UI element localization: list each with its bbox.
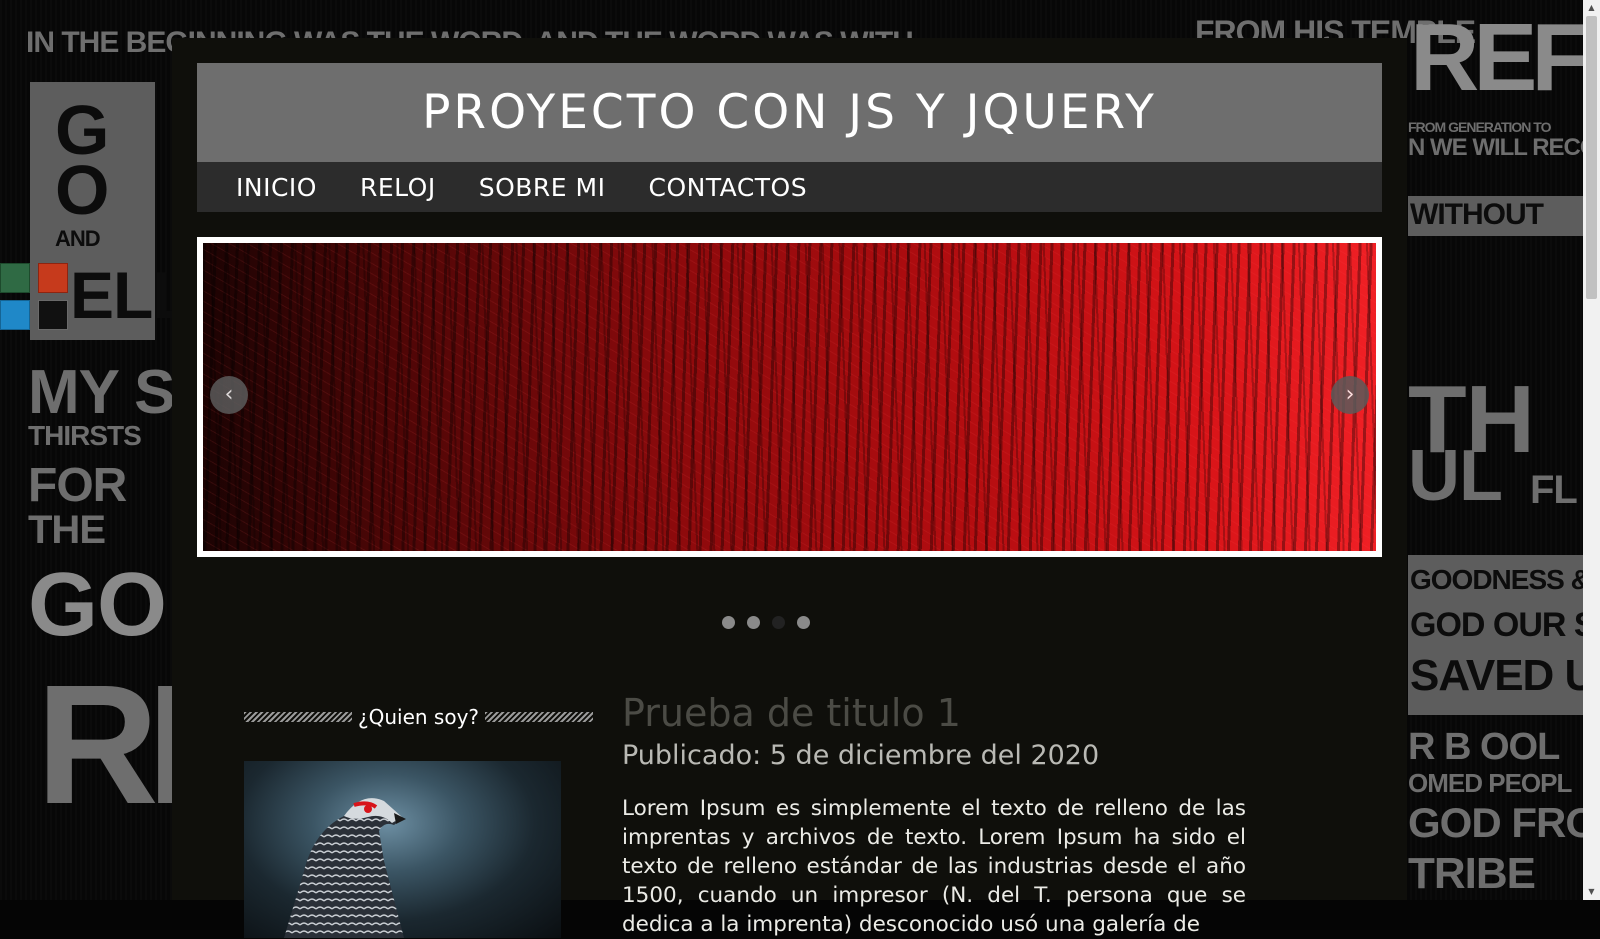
main-nav: INICIO RELOJ SOBRE MI CONTACTOS bbox=[197, 162, 1382, 212]
bg-text: WITHOUT bbox=[1410, 198, 1544, 231]
pager-dot-active[interactable] bbox=[771, 616, 785, 629]
nav-item-contactos[interactable]: CONTACTOS bbox=[649, 173, 808, 202]
chevron-right-icon: › bbox=[1345, 382, 1355, 407]
bg-text: MY S bbox=[28, 358, 175, 427]
bg-text: UL bbox=[1408, 436, 1503, 516]
main-container: PROYECTO CON JS Y JQUERY INICIO RELOJ SO… bbox=[172, 38, 1407, 938]
nav-item-reloj[interactable]: RELOJ bbox=[360, 173, 436, 202]
bg-text: THE bbox=[28, 508, 106, 552]
bg-text: GOD OUR SAVIOR bbox=[1410, 606, 1600, 644]
bg-text: TRIBE bbox=[1408, 849, 1536, 898]
page-scrollbar[interactable]: ▲ ▼ bbox=[1583, 0, 1600, 900]
nav-item-sobre-mi[interactable]: SOBRE MI bbox=[479, 173, 606, 202]
bg-text: FOR bbox=[28, 459, 127, 512]
bg-text: GO bbox=[28, 555, 167, 655]
theme-swatch-blue[interactable] bbox=[0, 300, 30, 330]
slider-prev-button[interactable]: ‹ bbox=[210, 376, 248, 414]
slide-image bbox=[203, 243, 1376, 551]
theme-swatch-black[interactable] bbox=[38, 300, 68, 330]
bg-text: GOD FROM bbox=[1408, 799, 1600, 846]
article-title: Prueba de titulo 1 bbox=[622, 691, 961, 735]
bg-text: R B OOL bbox=[1408, 726, 1560, 768]
bg-text: AND bbox=[55, 226, 101, 251]
article-body: Lorem Ipsum es simplemente el texto de r… bbox=[622, 796, 1246, 937]
theme-swatch-green[interactable] bbox=[0, 263, 30, 293]
bg-text: THIRSTS bbox=[28, 420, 142, 451]
pager-dot[interactable] bbox=[746, 616, 760, 629]
image-slider: ‹ › bbox=[197, 237, 1382, 557]
heading-stripes-left bbox=[244, 712, 352, 722]
scroll-up-arrow[interactable]: ▲ bbox=[1583, 0, 1600, 16]
bg-text: OMED PEOPL bbox=[1408, 768, 1572, 798]
sidebar-heading: ¿Quien soy? bbox=[244, 702, 594, 732]
scroll-thumb[interactable] bbox=[1586, 16, 1597, 299]
article-date: Publicado: 5 de diciembre del 2020 bbox=[622, 740, 1100, 771]
bg-text: O bbox=[55, 151, 109, 229]
scroll-down-arrow[interactable]: ▼ bbox=[1583, 884, 1600, 900]
pager-dot[interactable] bbox=[721, 616, 735, 629]
site-header: PROYECTO CON JS Y JQUERY bbox=[197, 63, 1382, 162]
theme-swatch-red[interactable] bbox=[38, 263, 68, 293]
bg-text: FL bbox=[1530, 468, 1578, 512]
chevron-left-icon: ‹ bbox=[224, 382, 234, 407]
bg-text: N WE WILL RECOUNT bbox=[1408, 134, 1600, 161]
site-title: PROYECTO CON JS Y JQUERY bbox=[422, 85, 1157, 140]
bg-text: GOODNESS & LOVING bbox=[1410, 564, 1600, 595]
bg-text: SAVED US bbox=[1410, 651, 1600, 700]
bg-text: REFY bbox=[1410, 4, 1600, 111]
eagle-illustration bbox=[284, 798, 406, 938]
pager-dot[interactable] bbox=[796, 616, 810, 629]
bg-text: FROM GENERATION TO bbox=[1408, 119, 1551, 135]
slider-pager bbox=[148, 616, 1383, 629]
profile-image-eagle bbox=[244, 761, 561, 938]
nav-item-inicio[interactable]: INICIO bbox=[236, 173, 317, 202]
heading-stripes-right bbox=[485, 712, 594, 722]
sidebar-title: ¿Quien soy? bbox=[357, 705, 480, 729]
slider-next-button[interactable]: › bbox=[1331, 376, 1369, 414]
